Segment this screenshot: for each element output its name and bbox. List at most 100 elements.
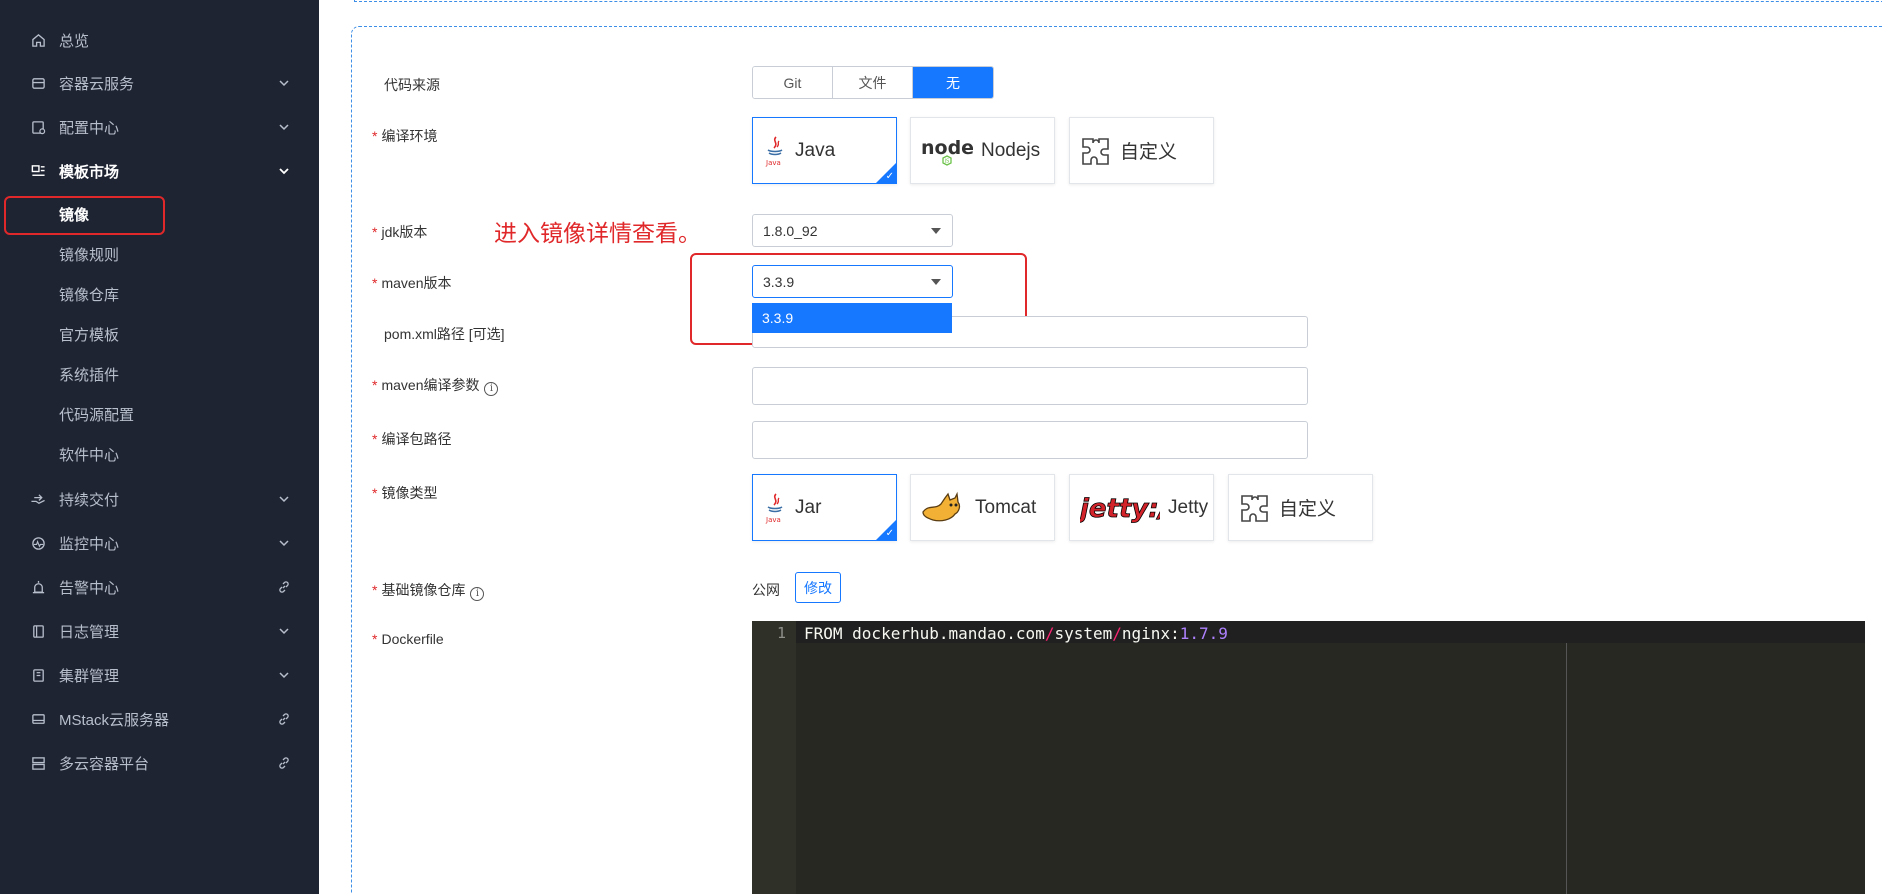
- puzzle-icon: [1080, 135, 1112, 167]
- maven-version-select[interactable]: 3.3.9: [752, 265, 953, 298]
- nav-label: 模板市场: [59, 163, 120, 181]
- nav-label: 告警中心: [59, 579, 120, 597]
- cluster-icon: [30, 667, 46, 683]
- config-icon: [30, 119, 46, 135]
- external-link-icon: [279, 713, 289, 725]
- custom-card-label: 自定义: [1279, 499, 1337, 520]
- sidebar-item-software-center[interactable]: 软件中心: [0, 434, 319, 474]
- maven-version-label: * maven版本: [372, 275, 452, 291]
- chevron-down-icon: [279, 168, 289, 175]
- maven-params-input[interactable]: [752, 367, 1308, 405]
- java-logo-icon: Java: [763, 492, 787, 524]
- image-type-tomcat-card[interactable]: Tomcat: [910, 474, 1055, 541]
- nodejs-logo-icon: node JS: [921, 136, 973, 166]
- code-source-label: 代码来源: [384, 77, 440, 93]
- sidebar-item-code-source-config[interactable]: 代码源配置: [0, 394, 319, 434]
- code-source-none-option[interactable]: 无: [913, 67, 993, 98]
- chevron-down-icon: [279, 496, 289, 503]
- nav-label: 代码源配置: [59, 406, 135, 424]
- check-icon: ✓: [885, 171, 894, 182]
- nav-item-overview[interactable]: 总览: [0, 20, 319, 60]
- nav-label: 持续交付: [59, 491, 120, 509]
- maven-params-label: * maven编译参数 i: [372, 375, 499, 396]
- nav-label: 官方模板: [59, 326, 120, 344]
- java-card-label: Java: [795, 139, 836, 161]
- image-type-jar-card[interactable]: Java Jar ✓: [752, 474, 897, 541]
- annotation-text: 进入镜像详情查看。: [494, 221, 701, 247]
- monitor-icon: [30, 535, 46, 551]
- jdk-version-value: 1.8.0_92: [763, 222, 818, 239]
- nav-label: 系统插件: [59, 366, 120, 384]
- nav-item-cluster-management[interactable]: 集群管理: [0, 655, 319, 695]
- info-icon[interactable]: i: [470, 587, 485, 601]
- code-source-file-option[interactable]: 文件: [833, 67, 913, 98]
- dockerfile-editor[interactable]: 1 FROM dockerhub.mandao.com/system/nginx…: [752, 621, 1865, 894]
- maven-version-option[interactable]: 3.3.9: [752, 303, 952, 333]
- nav-item-mstack-cloud-server[interactable]: MStack云服务器: [0, 699, 319, 739]
- caret-down-icon: [931, 279, 941, 285]
- nav-label: 镜像仓库: [59, 286, 120, 304]
- chevron-down-icon: [279, 628, 289, 635]
- nav-item-alarm-center[interactable]: 告警中心: [0, 567, 319, 607]
- image-type-custom-card[interactable]: 自定义: [1228, 474, 1373, 541]
- pom-path-label: pom.xml路径 [可选]: [384, 326, 505, 342]
- svg-text:jetty://: jetty://: [1080, 494, 1160, 524]
- nav-item-config-center[interactable]: 配置中心: [0, 107, 319, 147]
- nav-item-container-cloud[interactable]: 容器云服务: [0, 63, 319, 103]
- chevron-down-icon: [279, 80, 289, 87]
- log-icon: [30, 623, 46, 639]
- nav-item-continuous-delivery[interactable]: 持续交付: [0, 479, 319, 519]
- package-path-label: * 编译包路径: [372, 431, 452, 447]
- nav-item-monitor-center[interactable]: 监控中心: [0, 523, 319, 563]
- chevron-down-icon: [279, 540, 289, 547]
- compile-env-java-card[interactable]: Java Java ✓: [752, 117, 897, 184]
- previous-section-box: [354, 0, 1882, 2]
- nav-label: 软件中心: [59, 446, 120, 464]
- dockerfile-label: * Dockerfile: [372, 631, 444, 647]
- jdk-version-select[interactable]: 1.8.0_92: [752, 214, 953, 247]
- nav-item-template-market[interactable]: 模板市场: [0, 151, 319, 191]
- svg-text:JS: JS: [944, 158, 950, 164]
- template-icon: [30, 163, 46, 179]
- sidebar-item-official-templates[interactable]: 官方模板: [0, 314, 319, 354]
- caret-down-icon: [931, 228, 941, 234]
- annotation-highlight-box: [4, 196, 165, 235]
- image-type-jetty-card[interactable]: jetty:// Jetty: [1069, 474, 1214, 541]
- chevron-down-icon: [279, 672, 289, 679]
- nav-label: 多云容器平台: [59, 755, 150, 773]
- maven-version-value: 3.3.9: [763, 273, 795, 290]
- line-number: 1: [776, 624, 786, 642]
- code-source-segmented: Git 文件 无: [752, 66, 994, 99]
- nav-label: 配置中心: [59, 119, 120, 137]
- print-margin-line: [1566, 643, 1567, 894]
- package-path-input[interactable]: [752, 421, 1308, 459]
- nav-label: 镜像规则: [59, 246, 120, 264]
- chevron-down-icon: [279, 124, 289, 131]
- puzzle-icon: [1239, 492, 1271, 524]
- nav-label: MStack云服务器: [59, 711, 170, 729]
- jdk-version-label: * jdk版本: [372, 224, 428, 240]
- external-link-icon: [279, 581, 289, 593]
- nav-label: 集群管理: [59, 667, 120, 685]
- base-repo-label: * 基础镜像仓库 i: [372, 580, 485, 601]
- info-icon[interactable]: i: [484, 382, 499, 396]
- sidebar: 总览 容器云服务 配置中心 模板市场 镜像 镜像规则 镜像仓库 官方模板 系统插…: [0, 0, 319, 894]
- nav-item-log-management[interactable]: 日志管理: [0, 611, 319, 651]
- sidebar-item-image-repo[interactable]: 镜像仓库: [0, 274, 319, 314]
- editor-gutter: 1: [752, 621, 796, 894]
- svg-text:Java: Java: [765, 516, 781, 524]
- compile-env-nodejs-card[interactable]: node JS Nodejs: [910, 117, 1055, 184]
- edit-base-repo-button[interactable]: 修改: [795, 572, 841, 603]
- base-repo-value: 公网: [752, 582, 780, 598]
- svg-text:Java: Java: [765, 159, 781, 167]
- jar-card-label: Jar: [795, 496, 822, 518]
- code-source-git-option[interactable]: Git: [753, 67, 833, 98]
- external-link-icon: [279, 757, 289, 769]
- nav-item-multicloud-platform[interactable]: 多云容器平台: [0, 743, 319, 783]
- sidebar-item-system-plugins[interactable]: 系统插件: [0, 354, 319, 394]
- image-type-label: * 镜像类型: [372, 485, 438, 501]
- box-icon: [30, 75, 46, 91]
- compile-env-custom-card[interactable]: 自定义: [1069, 117, 1214, 184]
- sidebar-item-image-rules[interactable]: 镜像规则: [0, 234, 319, 274]
- nodejs-card-label: Nodejs: [981, 139, 1041, 161]
